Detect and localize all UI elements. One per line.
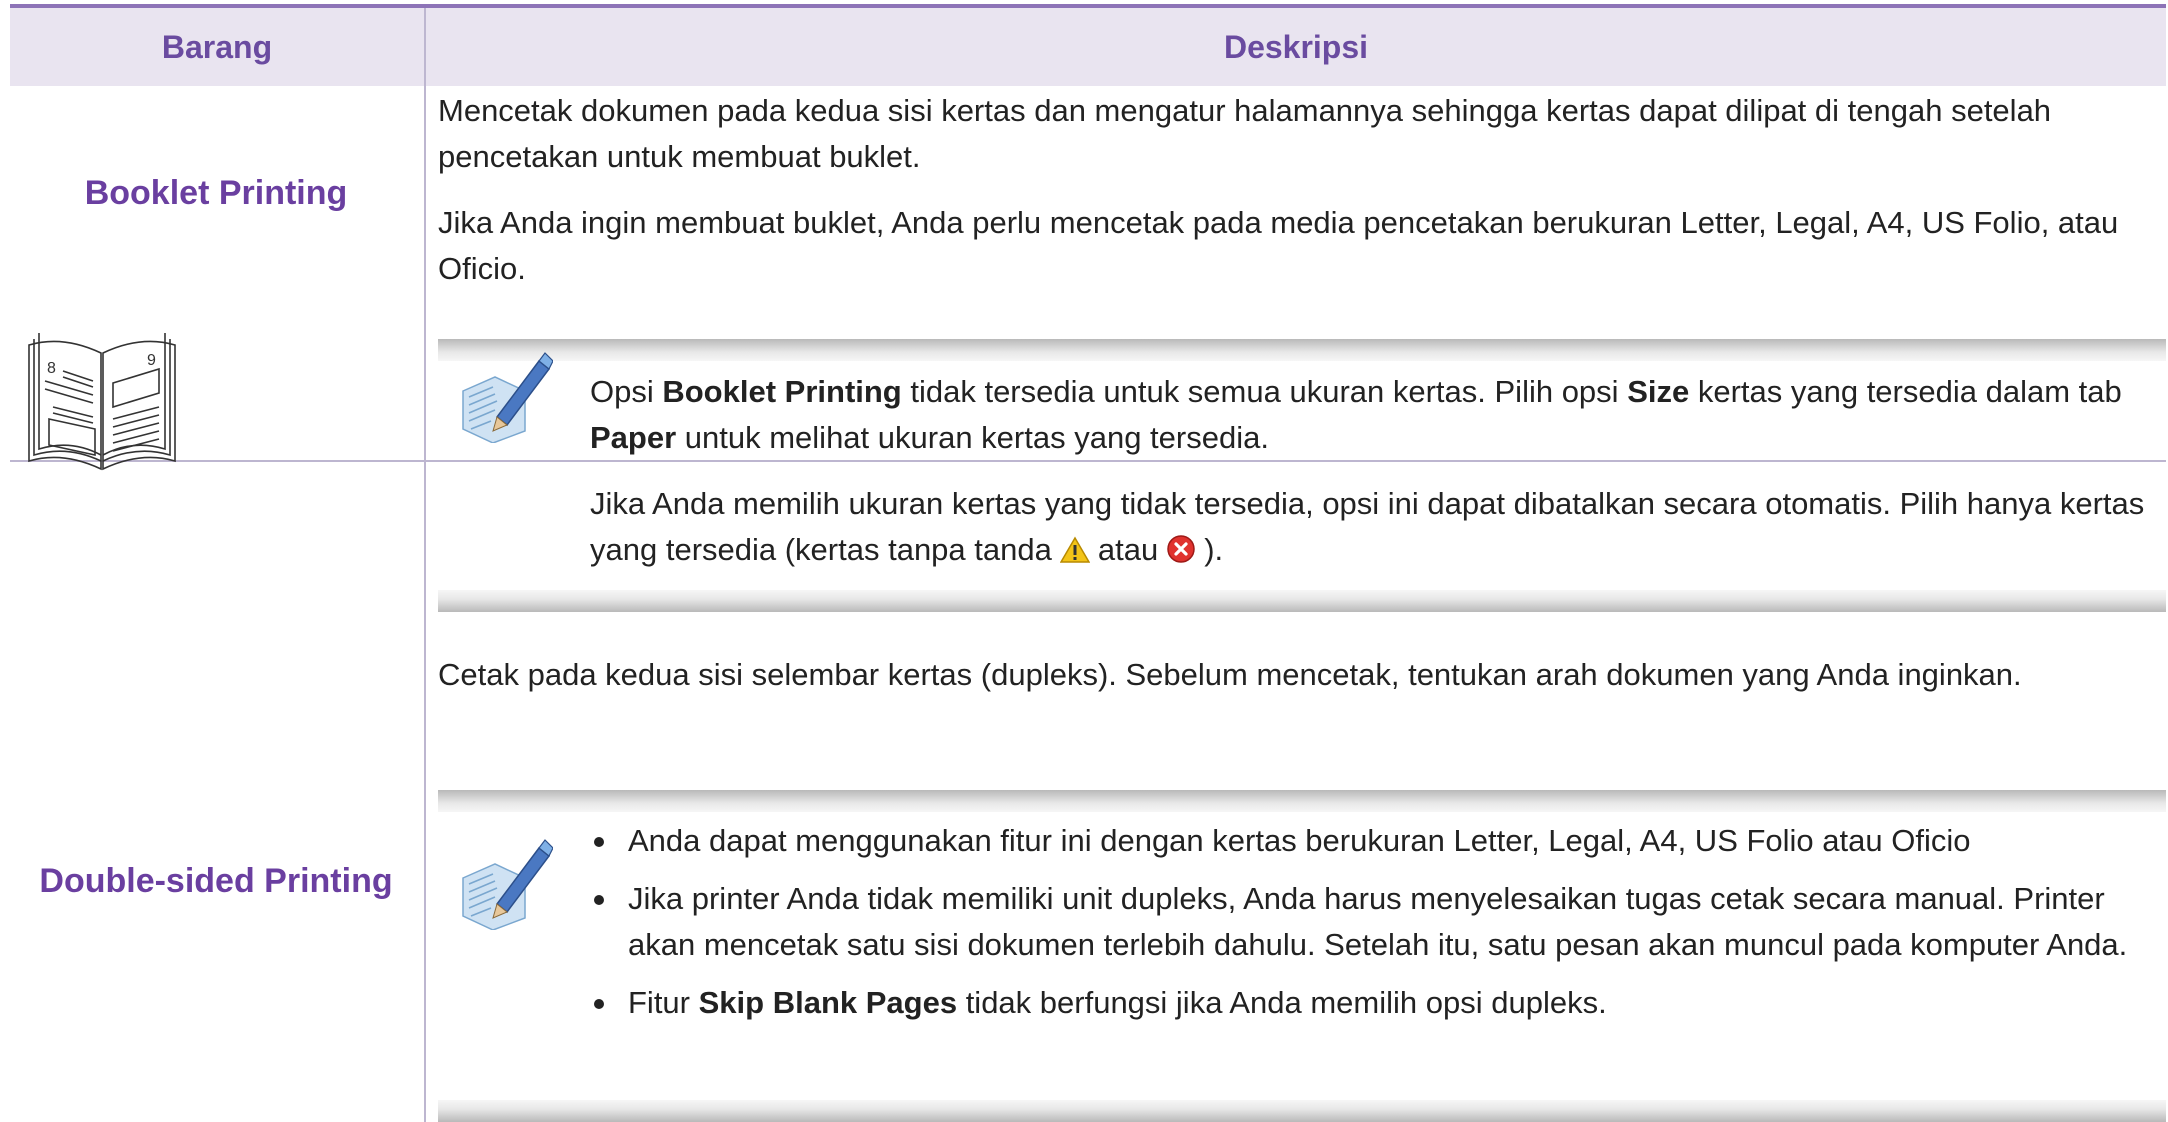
warning-icon <box>1059 536 1090 563</box>
booklet-right-page-number: 9 <box>147 352 156 369</box>
note-pencil-icon <box>462 352 553 443</box>
note-top-shading <box>438 339 2166 361</box>
list-item: Jika printer Anda tidak memiliki unit du… <box>590 876 2164 968</box>
booklet-left-page-number: 8 <box>47 360 56 377</box>
error-icon <box>1167 535 1195 563</box>
column-header-description: Deskripsi <box>1223 28 1369 65</box>
double-sided-note-list: Anda dapat menggunakan fitur ini dengan … <box>590 818 2164 1038</box>
column-divider <box>424 8 426 1122</box>
booklet-description-2: Jika Anda ingin membuat buklet, Anda per… <box>438 205 2119 286</box>
booklet-note-paragraph-2: Jika Anda memilih ukuran kertas yang tid… <box>590 486 2145 567</box>
note-bottom-shading <box>438 1100 2166 1122</box>
note-pencil-icon <box>462 839 553 930</box>
note-top-shading <box>438 790 2166 812</box>
booklet-printing-term: Booklet Printing <box>662 374 902 409</box>
row-label-double-sided-printing: Double-sided Printing <box>39 862 393 900</box>
note-bottom-shading <box>438 590 2166 612</box>
row-label-booklet-printing: Booklet Printing <box>84 174 348 212</box>
list-item: Fitur Skip Blank Pages tidak berfungsi j… <box>590 980 2164 1026</box>
skip-blank-pages-term: Skip Blank Pages <box>698 985 958 1020</box>
paper-tab-term: Paper <box>590 420 677 455</box>
column-header-item: Barang <box>161 28 273 65</box>
booklet-description-1: Mencetak dokumen pada kedua sisi kertas … <box>438 93 2052 174</box>
size-term: Size <box>1627 374 1690 409</box>
list-item: Anda dapat menggunakan fitur ini dengan … <box>590 818 2164 864</box>
document-page: Barang Deskripsi Booklet Printing 8 9 Me… <box>0 0 2168 1122</box>
booklet-icon: 8 9 <box>28 333 176 471</box>
booklet-note-paragraph-1: Opsi Booklet Printing tidak tersedia unt… <box>590 374 2122 455</box>
double-sided-description: Cetak pada kedua sisi selembar kertas (d… <box>438 657 2022 692</box>
